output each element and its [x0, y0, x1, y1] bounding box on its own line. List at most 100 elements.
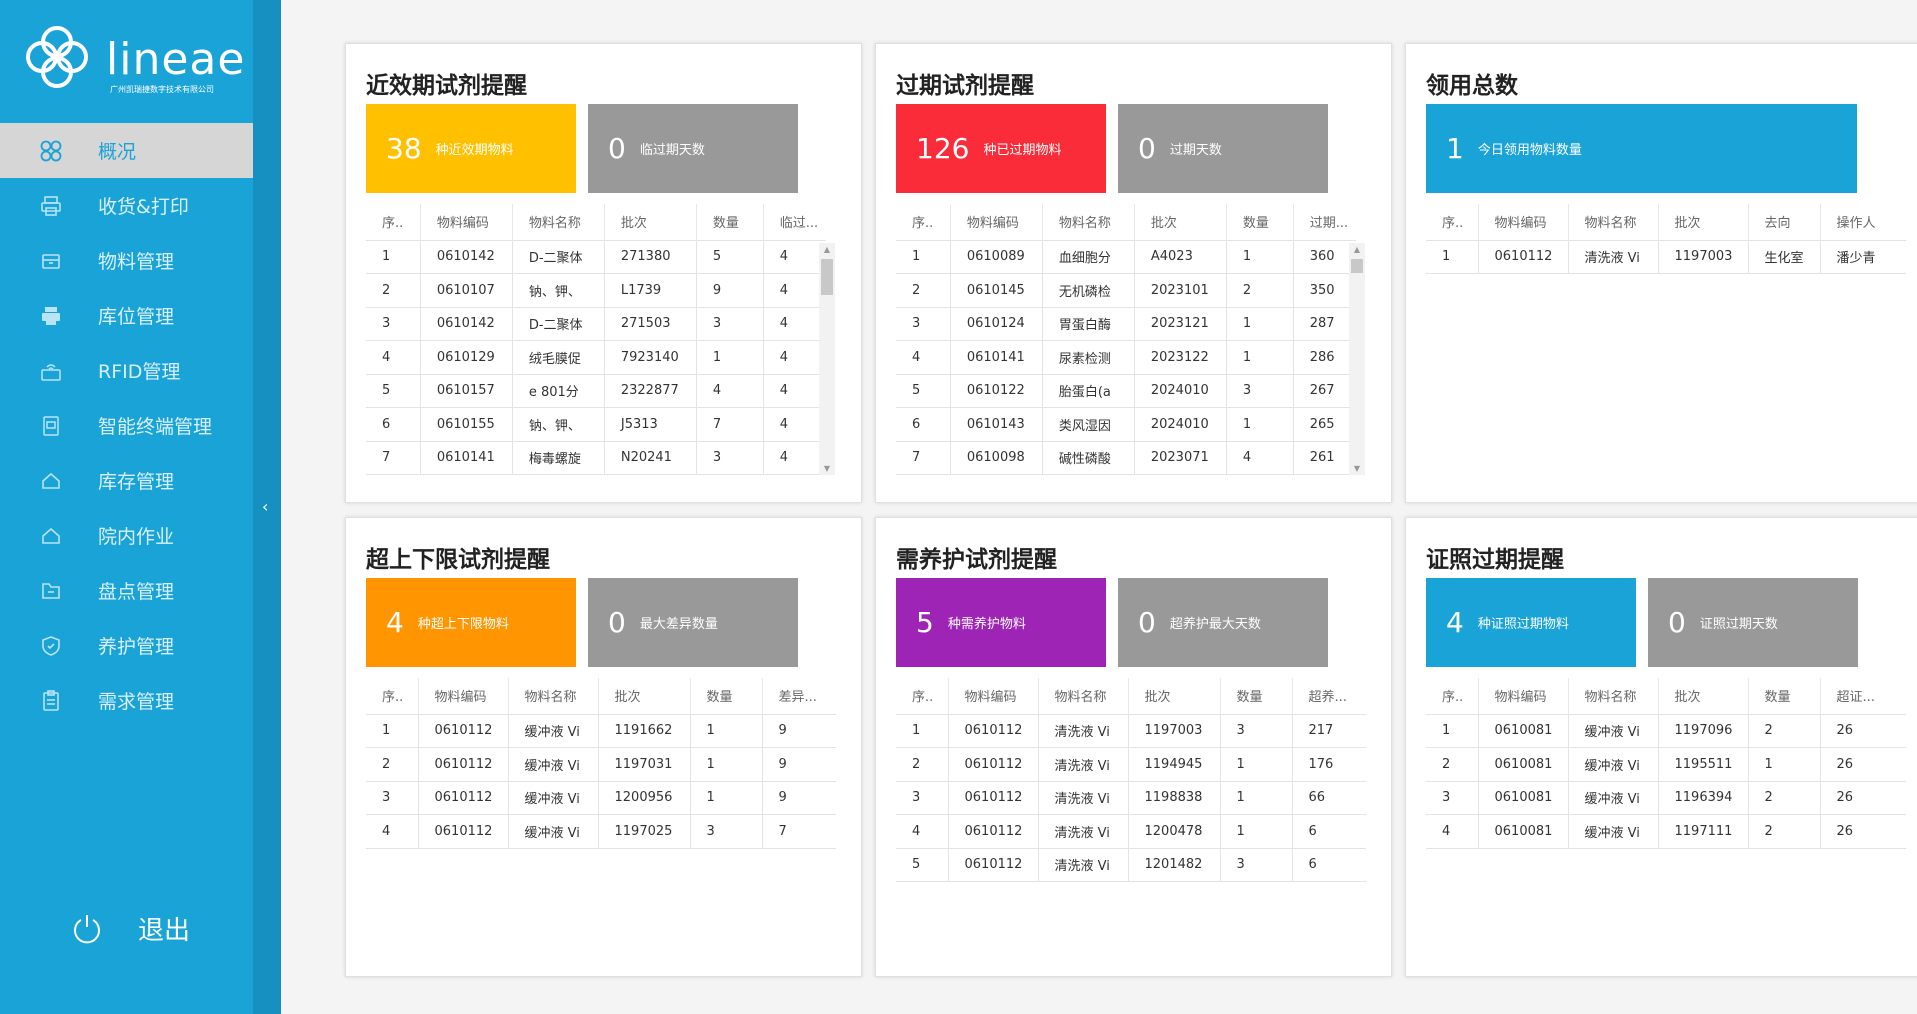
- table-row[interactable]: 6 0610155 钠、钾、 J5313 7 4: [366, 407, 826, 441]
- table-cell: 1197031: [598, 747, 691, 781]
- sidebar-item-terminal[interactable]: 智能终端管理: [0, 398, 253, 453]
- table-row[interactable]: 2 0610145 无机磷检 2023101 2 350: [896, 273, 1356, 307]
- table-row[interactable]: 7 0610098 碱性磷酸 2023071 4 261: [896, 440, 1356, 475]
- table-scrollbar[interactable]: ▲ ▼: [819, 243, 835, 475]
- table-row[interactable]: 7 0610141 梅毒螺旋 N20241 3 4: [366, 440, 826, 475]
- scroll-down-icon[interactable]: ▼: [1349, 464, 1365, 473]
- table-row[interactable]: 4 0610112 缓冲液 Vi 1197025 3 7: [366, 814, 836, 849]
- stat-tile-near-expiry-count[interactable]: 38 种近效期物料: [366, 104, 576, 193]
- column-header[interactable]: 数量: [1220, 678, 1293, 714]
- column-header[interactable]: 物料名称: [1042, 204, 1135, 240]
- table-row[interactable]: 2 0610107 钠、钾、 L1739 9 4: [366, 273, 826, 307]
- column-header[interactable]: 过期...: [1293, 204, 1356, 240]
- column-header[interactable]: 超养...: [1292, 678, 1366, 714]
- table-row[interactable]: 4 0610129 绒毛膜促 7923140 1 4: [366, 340, 826, 374]
- column-header[interactable]: 批次: [598, 678, 691, 714]
- column-header[interactable]: 差异...: [762, 678, 836, 714]
- stat-tile-maintenance-days[interactable]: 0 超养护最大天数: [1118, 578, 1328, 667]
- column-header[interactable]: 数量: [1226, 204, 1294, 240]
- scroll-up-icon[interactable]: ▲: [819, 245, 835, 254]
- sidebar-item-stocktake[interactable]: 盘点管理: [0, 563, 253, 618]
- table-row[interactable]: 4 0610141 尿素检测 2023122 1 286: [896, 340, 1356, 374]
- table-row[interactable]: 2 0610112 清洗液 Vi 1194945 1 176: [896, 747, 1366, 781]
- table-cell: 4: [763, 407, 826, 441]
- table-row[interactable]: 1 0610142 D-二聚体 271380 5 4: [366, 239, 826, 274]
- column-header[interactable]: 批次: [1128, 678, 1221, 714]
- collapse-arrow-icon[interactable]: ‹: [262, 497, 268, 516]
- table-row[interactable]: 6 0610143 类风湿因 2024010 1 265: [896, 407, 1356, 441]
- sidebar-item-inventory[interactable]: 库存管理: [0, 453, 253, 508]
- table-row[interactable]: 1 0610081 缓冲液 Vi 1197096 2 26: [1426, 713, 1906, 748]
- column-header[interactable]: 物料名称: [1038, 678, 1129, 714]
- scroll-down-icon[interactable]: ▼: [819, 464, 835, 473]
- stat-tile-near-expiry-days[interactable]: 0 临过期天数: [588, 104, 798, 193]
- column-header[interactable]: 物料名称: [1568, 678, 1659, 714]
- logout-button[interactable]: 退出: [70, 910, 190, 947]
- table-row[interactable]: 1 0610089 血细胞分 A4023 1 360: [896, 239, 1356, 274]
- column-header[interactable]: 物料编码: [418, 678, 509, 714]
- table-row[interactable]: 4 0610112 清洗液 Vi 1200478 1 6: [896, 814, 1366, 848]
- column-header[interactable]: 批次: [1658, 678, 1749, 714]
- sidebar-item-label: 院内作业: [98, 526, 175, 548]
- column-header[interactable]: 物料名称: [1568, 204, 1659, 240]
- column-header[interactable]: 序..: [896, 678, 949, 714]
- column-header[interactable]: 批次: [1658, 204, 1749, 240]
- column-header[interactable]: 物料编码: [1478, 678, 1569, 714]
- sidebar-item-hospital-ops[interactable]: 院内作业: [0, 508, 253, 563]
- stat-tile-license-count[interactable]: 4 种证照过期物料: [1426, 578, 1636, 667]
- column-header[interactable]: 操作人: [1820, 204, 1906, 240]
- column-header[interactable]: 序..: [1426, 204, 1479, 240]
- table-row[interactable]: 2 0610081 缓冲液 Vi 1195511 1 26: [1426, 747, 1906, 781]
- column-header[interactable]: 批次: [604, 204, 697, 240]
- table-row[interactable]: 1 0610112 清洗液 Vi 1197003 3 217: [896, 713, 1366, 748]
- stat-tile-expired-count[interactable]: 126 种已过期物料: [896, 104, 1106, 193]
- table-row[interactable]: 3 0610112 缓冲液 Vi 1200956 1 9: [366, 780, 836, 815]
- column-header[interactable]: 临过...: [763, 204, 826, 240]
- column-header[interactable]: 物料编码: [948, 678, 1039, 714]
- scroll-thumb[interactable]: [821, 259, 833, 295]
- stat-tile-expired-days[interactable]: 0 过期天数: [1118, 104, 1328, 193]
- column-header[interactable]: 物料名称: [508, 678, 599, 714]
- sidebar-item-demand[interactable]: 需求管理: [0, 673, 253, 728]
- stat-tile-limits-diff[interactable]: 0 最大差异数量: [588, 578, 798, 667]
- table-row[interactable]: 2 0610112 缓冲液 Vi 1197031 1 9: [366, 747, 836, 781]
- table-row[interactable]: 3 0610112 清洗液 Vi 1198838 1 66: [896, 780, 1366, 815]
- sidebar-item-material[interactable]: 物料管理: [0, 233, 253, 288]
- column-header[interactable]: 去向: [1748, 204, 1821, 240]
- table-row[interactable]: 3 0610142 D-二聚体 271503 3 4: [366, 306, 826, 341]
- sidebar-item-receiving-print[interactable]: 收货&打印: [0, 178, 253, 233]
- stat-tile-limits-count[interactable]: 4 种超上下限物料: [366, 578, 576, 667]
- table-row[interactable]: 3 0610124 胃蛋白酶 2023121 1 287: [896, 306, 1356, 341]
- column-header[interactable]: 序..: [896, 204, 951, 240]
- sidebar-item-overview[interactable]: 概况: [0, 123, 253, 178]
- scroll-up-icon[interactable]: ▲: [1349, 245, 1365, 254]
- stat-tile-maintenance-count[interactable]: 5 种需养护物料: [896, 578, 1106, 667]
- table-row[interactable]: 4 0610081 缓冲液 Vi 1197111 2 26: [1426, 814, 1906, 849]
- sidebar-item-location[interactable]: 库位管理: [0, 288, 253, 343]
- column-header[interactable]: 数量: [1748, 678, 1821, 714]
- table-row[interactable]: 1 0610112 缓冲液 Vi 1191662 1 9: [366, 713, 836, 748]
- sidebar-item-rfid[interactable]: RFID管理: [0, 343, 253, 398]
- table-row[interactable]: 5 0610112 清洗液 Vi 1201482 3 6: [896, 847, 1366, 882]
- stat-tile-license-days[interactable]: 0 证照过期天数: [1648, 578, 1858, 667]
- column-header[interactable]: 物料编码: [1478, 204, 1569, 240]
- column-header[interactable]: 超证...: [1820, 678, 1906, 714]
- column-header[interactable]: 批次: [1134, 204, 1227, 240]
- column-header[interactable]: 序..: [366, 678, 419, 714]
- column-header[interactable]: 数量: [690, 678, 763, 714]
- column-header[interactable]: 序..: [1426, 678, 1479, 714]
- column-header[interactable]: 序..: [366, 204, 421, 240]
- table-scrollbar[interactable]: ▲ ▼: [1349, 243, 1365, 475]
- scroll-thumb[interactable]: [1351, 259, 1363, 273]
- table-row[interactable]: 5 0610157 e 801分 2322877 4 4: [366, 373, 826, 408]
- table-row[interactable]: 3 0610081 缓冲液 Vi 1196394 2 26: [1426, 780, 1906, 815]
- sidebar-item-maintenance[interactable]: 养护管理: [0, 618, 253, 673]
- column-header[interactable]: 物料名称: [512, 204, 605, 240]
- stat-tile-usage-today[interactable]: 1 今日领用物料数量: [1426, 104, 1857, 193]
- column-header[interactable]: 数量: [696, 204, 764, 240]
- table-row[interactable]: 1 0610112 清洗液 Vi 1197003 生化室 潘少青: [1426, 239, 1906, 274]
- table-cell: 9: [762, 747, 836, 781]
- column-header[interactable]: 物料编码: [420, 204, 513, 240]
- table-row[interactable]: 5 0610122 胎蛋白(a 2024010 3 267: [896, 373, 1356, 408]
- column-header[interactable]: 物料编码: [950, 204, 1043, 240]
